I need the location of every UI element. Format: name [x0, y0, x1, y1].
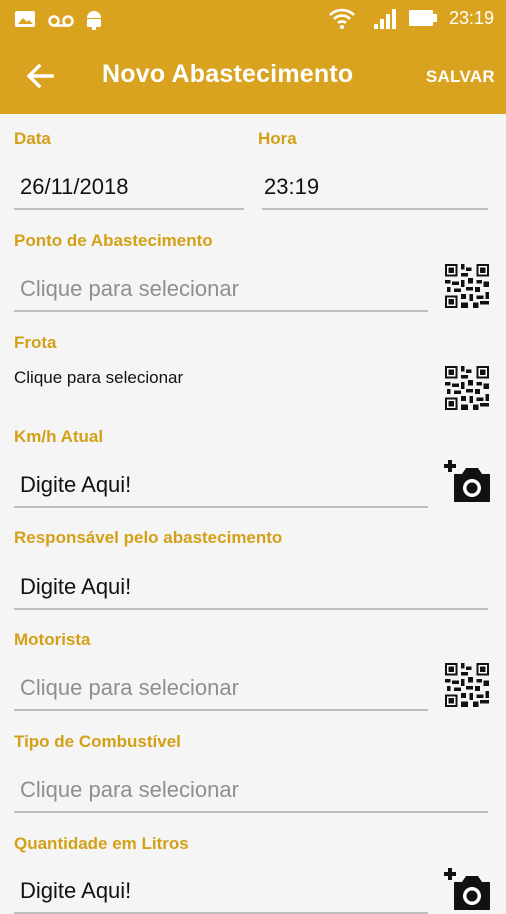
- ponto-label: Ponto de Abastecimento: [14, 231, 213, 250]
- frota-select[interactable]: Clique para selecionar: [14, 368, 183, 388]
- battery-icon: [409, 10, 437, 26]
- ponto-placeholder: Clique para selecionar: [20, 276, 239, 301]
- date-value: 26/11/2018: [20, 174, 129, 199]
- qr-code-icon[interactable]: [445, 663, 489, 707]
- save-button[interactable]: SALVAR: [426, 67, 495, 87]
- add-photo-icon[interactable]: [442, 458, 492, 504]
- image-icon: [15, 11, 35, 27]
- responsavel-placeholder: Digite Aqui!: [20, 574, 132, 599]
- qr-code-icon[interactable]: [445, 264, 489, 308]
- status-bar: 23:19: [0, 0, 506, 38]
- wifi-icon: [329, 8, 355, 29]
- combustivel-label: Tipo de Combustível: [14, 732, 181, 751]
- add-photo-icon[interactable]: [442, 866, 492, 912]
- combustivel-placeholder: Clique para selecionar: [20, 777, 239, 802]
- motorista-label: Motorista: [14, 630, 91, 649]
- combustivel-field[interactable]: Clique para selecionar: [14, 769, 488, 813]
- quantidade-input[interactable]: Digite Aqui!: [14, 870, 428, 914]
- responsavel-input[interactable]: Digite Aqui!: [14, 566, 488, 610]
- android-icon: [87, 11, 101, 30]
- app-bar: Novo Abastecimento SALVAR: [0, 38, 506, 114]
- data-label: Data: [14, 129, 51, 148]
- motorista-placeholder: Clique para selecionar: [20, 675, 239, 700]
- date-field[interactable]: 26/11/2018: [14, 166, 244, 210]
- hora-label: Hora: [258, 129, 297, 148]
- frota-label: Frota: [14, 333, 57, 352]
- motorista-field[interactable]: Clique para selecionar: [14, 667, 428, 711]
- page-title: Novo Abastecimento: [102, 60, 354, 88]
- signal-icon: [374, 9, 396, 29]
- responsavel-label: Responsável pelo abastecimento: [14, 528, 283, 547]
- km-input[interactable]: Digite Aqui!: [14, 464, 428, 508]
- time-value: 23:19: [264, 174, 320, 199]
- km-placeholder: Digite Aqui!: [20, 472, 132, 497]
- status-time: 23:19: [448, 8, 494, 28]
- time-field[interactable]: 23:19: [262, 166, 488, 210]
- arrow-back-icon[interactable]: [22, 58, 58, 94]
- quantidade-placeholder: Digite Aqui!: [20, 878, 132, 903]
- ponto-field[interactable]: Clique para selecionar: [14, 268, 428, 312]
- km-label: Km/h Atual: [14, 427, 104, 446]
- quantidade-label: Quantidade em Litros: [14, 834, 189, 853]
- voicemail-icon: [48, 15, 74, 27]
- qr-code-icon[interactable]: [445, 366, 489, 410]
